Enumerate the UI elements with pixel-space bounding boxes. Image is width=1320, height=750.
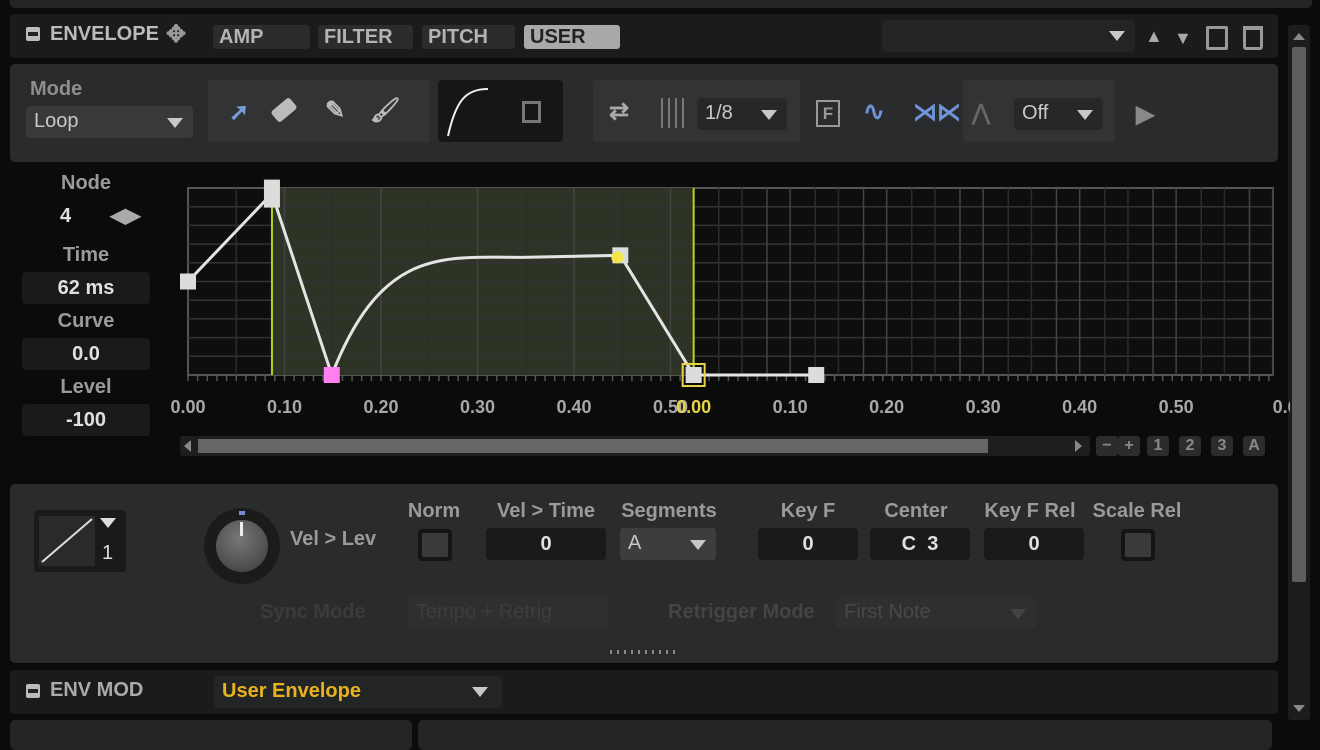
- zoom-preset-2[interactable]: 2: [1179, 436, 1201, 456]
- preset-down-icon[interactable]: ▼: [1174, 28, 1192, 49]
- chevron-down-icon: [1109, 31, 1125, 41]
- retrigger-dropdown[interactable]: Off: [1014, 98, 1103, 130]
- x-tick-label: 0.30: [460, 397, 495, 417]
- x-tick-label: 0.10: [267, 397, 302, 417]
- shape-number: 1: [102, 542, 114, 564]
- pencil-tool-icon[interactable]: ✎: [325, 96, 345, 125]
- x-tick-label: 0.20: [363, 397, 398, 417]
- vertical-scrollbar[interactable]: [1288, 25, 1310, 720]
- sync-mode-label: Sync Mode: [260, 601, 366, 623]
- vel-time-field[interactable]: 0: [486, 528, 606, 560]
- zoom-in-button[interactable]: +: [1118, 436, 1140, 456]
- center-field[interactable]: C 3: [870, 528, 970, 560]
- segments-label: Segments: [621, 500, 717, 522]
- scroll-right-icon[interactable]: [1075, 440, 1082, 452]
- vel-lev-label: Vel > Lev: [290, 528, 377, 550]
- scroll-up-icon[interactable]: [1293, 33, 1305, 40]
- preset-dropdown[interactable]: [882, 20, 1135, 52]
- vel-lev-knob[interactable]: [204, 508, 280, 584]
- scroll-down-icon[interactable]: [1293, 705, 1305, 712]
- curve-preset-box[interactable]: [438, 80, 563, 142]
- x-tick-label-release: 0.10: [773, 397, 808, 417]
- snap-icon[interactable]: ⋊⋉: [913, 98, 961, 127]
- scrollbar-thumb[interactable]: [1292, 47, 1306, 582]
- x-tick-label: 0.00: [170, 397, 205, 417]
- move-icon[interactable]: ✥: [166, 20, 186, 49]
- key-f-label: Key F: [780, 500, 836, 522]
- retrigger-mode-label: Retrigger Mode: [668, 601, 815, 623]
- brush-tool-icon[interactable]: 🖌: [370, 96, 400, 125]
- curve-handle-node[interactable]: [611, 251, 624, 264]
- shape-selector[interactable]: 1: [34, 510, 126, 572]
- resize-handle[interactable]: [610, 650, 678, 654]
- envmod-title: ENV MOD: [50, 679, 144, 701]
- tab-pitch[interactable]: PITCH: [422, 25, 515, 49]
- grid-dropdown[interactable]: 1/8: [697, 98, 787, 130]
- center-label: Center: [884, 500, 948, 522]
- scale-rel-checkbox[interactable]: [1121, 529, 1155, 561]
- grid-icon[interactable]: [661, 98, 689, 128]
- envmod-header: [10, 670, 1278, 714]
- retrigger-mode-dropdown: First Note: [836, 597, 1036, 629]
- zoom-preset-1[interactable]: 1: [1147, 436, 1169, 456]
- chevron-down-icon: [690, 540, 706, 550]
- envelope-graph[interactable]: 0.00 0.10 0.20 0.30 0.40 0.50 0.00 0.10 0.20 0.30…: [0, 170, 1290, 425]
- chevron-down-icon: [167, 118, 183, 128]
- chevron-down-icon: [761, 110, 777, 120]
- top-panel-edge: [10, 0, 1312, 8]
- chevron-down-icon: [1077, 110, 1093, 120]
- collapse-icon[interactable]: [26, 684, 40, 698]
- trash-icon[interactable]: [1243, 26, 1263, 50]
- mode-dropdown[interactable]: Loop: [26, 106, 193, 138]
- norm-label: Norm: [407, 500, 461, 522]
- fixed-toggle[interactable]: F: [816, 100, 840, 127]
- envelope-node[interactable]: [263, 179, 280, 208]
- sine-icon[interactable]: ∿: [863, 96, 885, 127]
- tab-user[interactable]: USER: [524, 25, 620, 49]
- envelope-node[interactable]: [808, 367, 825, 383]
- envelope-node[interactable]: [685, 367, 702, 383]
- scroll-left-icon[interactable]: [184, 440, 191, 452]
- select-tool-icon[interactable]: ➚: [229, 98, 249, 127]
- zoom-preset-3[interactable]: 3: [1211, 436, 1233, 456]
- mode-label: Mode: [30, 78, 83, 100]
- zoom-preset-a[interactable]: A: [1243, 436, 1265, 456]
- x-tick-label-release: 0.20: [869, 397, 904, 417]
- lower-panel-right: [418, 720, 1272, 750]
- envelope-node[interactable]: [180, 273, 196, 290]
- lower-panel-left: [10, 720, 412, 750]
- envmod-dropdown[interactable]: User Envelope: [214, 676, 502, 708]
- key-f-field[interactable]: 0: [758, 528, 858, 560]
- x-tick-label-release: 0.00: [676, 397, 711, 417]
- envelope-node[interactable]: [323, 367, 340, 383]
- save-icon[interactable]: [1206, 26, 1228, 50]
- collapse-icon[interactable]: [26, 27, 40, 41]
- save-curve-icon[interactable]: [522, 101, 541, 123]
- swap-icon[interactable]: ⇄: [609, 97, 629, 126]
- play-icon[interactable]: ▶: [1136, 100, 1154, 129]
- preset-up-icon[interactable]: ▲: [1145, 26, 1163, 47]
- x-tick-label-release: 0.6: [1273, 397, 1290, 417]
- scale-rel-label: Scale Rel: [1092, 500, 1182, 522]
- scrollbar-thumb[interactable]: [198, 439, 988, 453]
- segments-dropdown[interactable]: A: [620, 528, 716, 560]
- chevron-down-icon: [472, 687, 488, 697]
- section-title: ENVELOPE: [50, 23, 159, 45]
- tab-filter[interactable]: FILTER: [318, 25, 413, 49]
- x-tick-label-release: 0.50: [1159, 397, 1194, 417]
- key-f-rel-field[interactable]: 0: [984, 528, 1084, 560]
- norm-checkbox[interactable]: [418, 529, 452, 561]
- vel-time-label: Vel > Time: [496, 500, 596, 522]
- x-tick-label: 0.40: [556, 397, 591, 417]
- sync-mode-dropdown: Tempo + Retrig: [408, 597, 608, 629]
- x-tick-label-release: 0.30: [966, 397, 1001, 417]
- key-f-rel-label: Key F Rel: [984, 500, 1076, 522]
- chevron-down-icon: [100, 518, 116, 528]
- tab-amp[interactable]: AMP: [213, 25, 310, 49]
- zoom-out-button[interactable]: −: [1096, 436, 1118, 456]
- envelope-shape-icon: ⋀: [972, 100, 991, 125]
- timeline-scrollbar[interactable]: [180, 436, 1090, 456]
- x-tick-label-release: 0.40: [1062, 397, 1097, 417]
- curve-shape-icon: [447, 88, 489, 137]
